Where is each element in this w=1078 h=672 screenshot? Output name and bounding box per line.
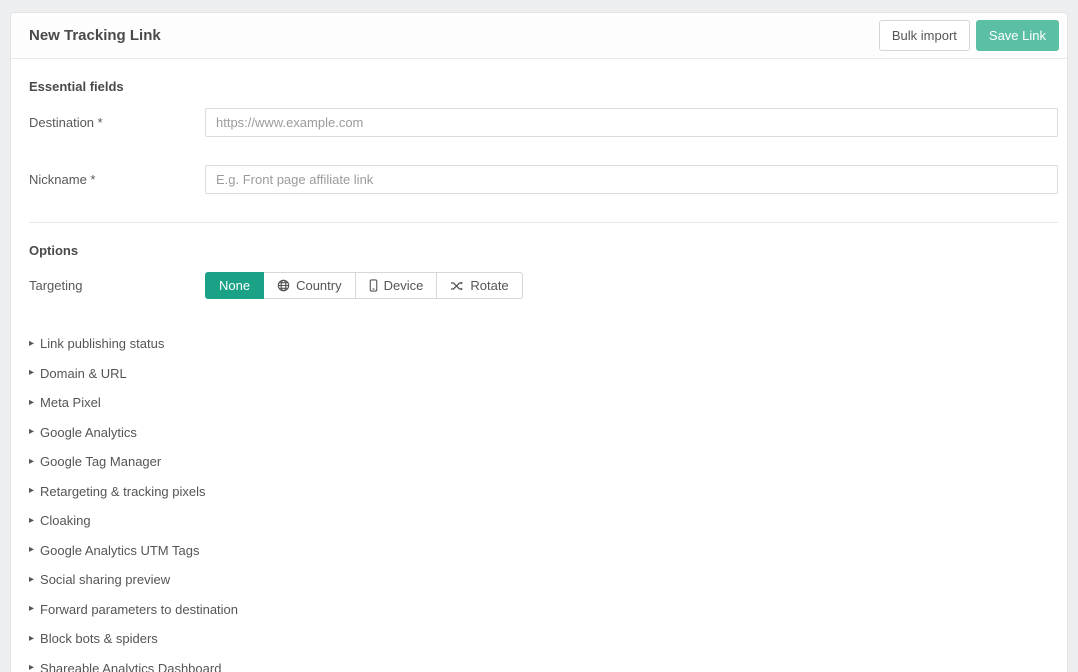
save-link-button[interactable]: Save Link [976, 20, 1059, 51]
options-accordion: ▸ Link publishing status ▸ Domain & URL … [29, 329, 1058, 672]
accordion-item-label: Retargeting & tracking pixels [40, 484, 205, 499]
page-title: New Tracking Link [29, 27, 161, 44]
nickname-input[interactable] [205, 165, 1058, 194]
targeting-none-label: None [219, 278, 250, 293]
targeting-country-button[interactable]: Country [264, 272, 356, 299]
accordion-item-google-analytics[interactable]: ▸ Google Analytics [29, 418, 1058, 448]
card-body: Essential fields Destination * Nickname … [11, 59, 1067, 672]
accordion-item-forward-parameters[interactable]: ▸ Forward parameters to destination [29, 595, 1058, 625]
accordion-item-label: Meta Pixel [40, 395, 101, 410]
targeting-device-button[interactable]: Device [356, 272, 438, 299]
accordion-item-label: Block bots & spiders [40, 631, 158, 646]
shuffle-icon [450, 280, 464, 292]
accordion-item-ga-utm-tags[interactable]: ▸ Google Analytics UTM Tags [29, 536, 1058, 566]
accordion-item-link-publishing-status[interactable]: ▸ Link publishing status [29, 329, 1058, 359]
accordion-item-domain-url[interactable]: ▸ Domain & URL [29, 359, 1058, 389]
accordion-item-label: Social sharing preview [40, 572, 170, 587]
destination-label: Destination * [29, 115, 205, 130]
targeting-rotate-label: Rotate [470, 278, 508, 293]
destination-row: Destination * [29, 108, 1058, 137]
options-heading: Options [29, 243, 1058, 258]
accordion-item-meta-pixel[interactable]: ▸ Meta Pixel [29, 388, 1058, 418]
targeting-device-label: Device [384, 278, 424, 293]
accordion-item-label: Domain & URL [40, 366, 127, 381]
targeting-toggle-group: None Country [205, 272, 523, 299]
caret-right-icon: ▸ [29, 575, 34, 585]
accordion-item-label: Link publishing status [40, 336, 164, 351]
targeting-label: Targeting [29, 278, 205, 293]
caret-right-icon: ▸ [29, 516, 34, 526]
accordion-item-label: Google Analytics [40, 425, 137, 440]
caret-right-icon: ▸ [29, 457, 34, 467]
caret-right-icon: ▸ [29, 545, 34, 555]
globe-icon [277, 279, 290, 292]
bulk-import-button[interactable]: Bulk import [879, 20, 970, 51]
accordion-item-social-sharing-preview[interactable]: ▸ Social sharing preview [29, 565, 1058, 595]
card-header: New Tracking Link Bulk import Save Link [11, 13, 1067, 59]
caret-right-icon: ▸ [29, 427, 34, 437]
accordion-item-block-bots-spiders[interactable]: ▸ Block bots & spiders [29, 624, 1058, 654]
page-background: New Tracking Link Bulk import Save Link … [0, 0, 1078, 672]
nickname-label: Nickname * [29, 172, 205, 187]
new-tracking-link-card: New Tracking Link Bulk import Save Link … [10, 12, 1068, 672]
caret-right-icon: ▸ [29, 634, 34, 644]
essential-fields-heading: Essential fields [29, 79, 1058, 94]
caret-right-icon: ▸ [29, 663, 34, 672]
accordion-item-shareable-analytics-dashboard[interactable]: ▸ Shareable Analytics Dashboard [29, 654, 1058, 672]
targeting-country-label: Country [296, 278, 342, 293]
accordion-item-label: Google Tag Manager [40, 454, 161, 469]
caret-right-icon: ▸ [29, 339, 34, 349]
destination-input[interactable] [205, 108, 1058, 137]
accordion-item-label: Cloaking [40, 513, 91, 528]
targeting-rotate-button[interactable]: Rotate [437, 272, 522, 299]
mobile-icon [369, 279, 378, 292]
accordion-item-label: Forward parameters to destination [40, 602, 238, 617]
header-actions: Bulk import Save Link [879, 20, 1059, 51]
targeting-none-button[interactable]: None [205, 272, 264, 299]
caret-right-icon: ▸ [29, 604, 34, 614]
accordion-item-google-tag-manager[interactable]: ▸ Google Tag Manager [29, 447, 1058, 477]
accordion-item-retargeting-tracking-pixels[interactable]: ▸ Retargeting & tracking pixels [29, 477, 1058, 507]
caret-right-icon: ▸ [29, 398, 34, 408]
accordion-item-label: Shareable Analytics Dashboard [40, 661, 221, 672]
accordion-item-cloaking[interactable]: ▸ Cloaking [29, 506, 1058, 536]
caret-right-icon: ▸ [29, 368, 34, 378]
nickname-row: Nickname * [29, 165, 1058, 194]
targeting-row: Targeting None [29, 272, 1058, 299]
accordion-item-label: Google Analytics UTM Tags [40, 543, 199, 558]
section-divider [29, 222, 1058, 223]
caret-right-icon: ▸ [29, 486, 34, 496]
